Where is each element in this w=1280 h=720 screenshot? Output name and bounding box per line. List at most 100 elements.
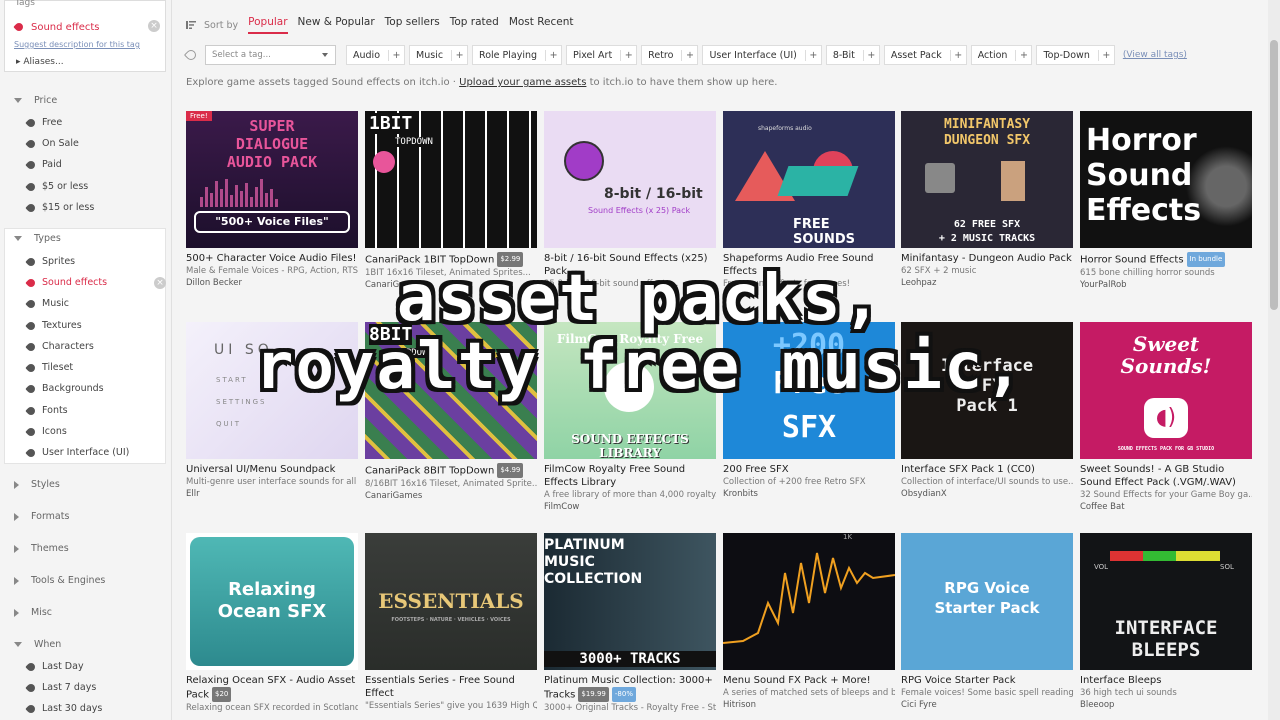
card-description: A series of matched sets of bleeps and b… [723,688,895,698]
tag-pill[interactable]: Music + [409,45,469,65]
card-author[interactable]: Cici Fyre [901,699,1073,712]
card-author[interactable]: Bleeoop [1080,699,1252,712]
card-thumbnail[interactable]: Free! SUPER DIALOGUE AUDIO PACK "500+ Vo… [186,111,358,248]
type-item[interactable]: User Interface (UI) [25,446,129,459]
tag-pill[interactable]: User Interface (UI) + [702,45,822,65]
page-scrollbar[interactable] [1268,0,1280,720]
game-card[interactable]: VOL SOL INTERFACE BLEEPS Interface Bleep… [1080,533,1252,712]
scrollbar-thumb[interactable] [1270,40,1278,310]
price-badge: $19.99 [578,687,609,702]
when-item[interactable]: Last 30 days [25,702,102,715]
select-tag-placeholder: Select a tag... [212,50,271,60]
game-card[interactable]: ESSENTIALS FOOTSTEPS · NATURE · VEHICLES… [365,533,537,712]
card-author[interactable]: Coffee Bat [1080,501,1252,514]
card-author[interactable]: Hitrison [723,699,895,712]
tag-pill[interactable]: Audio + [346,45,406,65]
tag-pill[interactable]: Top-Down + [1036,45,1115,65]
card-title[interactable]: FilmCow Royalty Free Sound Effects Libra… [544,463,716,489]
type-item[interactable]: Icons [25,425,67,438]
tag-icon [25,425,37,438]
view-all-tags-link[interactable]: (View all tags) [1123,50,1187,60]
tag-pill[interactable]: Action + [970,45,1033,65]
explore-text: Explore game assets tagged Sound effects… [186,77,778,88]
card-thumbnail[interactable]: ESSENTIALS FOOTSTEPS · NATURE · VEHICLES… [365,533,537,670]
price-section-head[interactable]: Price [14,95,57,106]
current-tag[interactable]: Sound effects × [13,20,163,34]
card-thumbnail[interactable]: RPG Voice Starter Pack [901,533,1073,670]
add-tag-icon[interactable]: + [949,49,966,61]
card-title[interactable]: Sweet Sounds! - A GB Studio Sound Effect… [1080,463,1252,489]
card-title[interactable]: CanariPack 8BIT TopDown $4.99 [365,463,537,478]
card-thumbnail[interactable]: VOL SOL INTERFACE BLEEPS [1080,533,1252,670]
aliases-toggle[interactable]: ▸ Aliases... [16,57,64,67]
card-author[interactable]: FilmCow [544,501,716,514]
card-thumbnail[interactable]: PLATINUM MUSIC COLLECTION 3000+ TRACKS [544,533,716,670]
tag-pill[interactable]: Asset Pack + [883,45,967,65]
card-author[interactable]: Kronbits [723,488,895,501]
card-title[interactable]: Universal UI/Menu Soundpack [186,463,358,476]
card-title[interactable]: 200 Free SFX [723,463,895,476]
price-item[interactable]: $15 or less [25,201,94,214]
tools-section-head[interactable]: Tools & Engines [14,575,105,586]
add-tag-icon[interactable]: + [804,49,821,61]
themes-section-head[interactable]: Themes [14,543,69,554]
card-title[interactable]: Interface Bleeps [1080,674,1252,687]
tag-pill[interactable]: Retro + [641,45,699,65]
upload-assets-link[interactable]: Upload your game assets [459,77,586,88]
suggest-description-link[interactable]: Suggest description for this tag [14,40,140,49]
sort-bar: Sort by Popular New & Popular Top seller… [186,16,584,34]
card-title[interactable]: RPG Voice Starter Pack [901,674,1073,687]
sort-tab-top-rated[interactable]: Top rated [450,16,499,34]
add-tag-icon[interactable]: + [620,49,636,61]
card-title[interactable]: Relaxing Ocean SFX - Audio Asset Pack $20 [186,674,358,702]
add-tag-icon[interactable]: + [451,49,467,61]
add-tag-icon[interactable]: + [681,49,697,61]
card-author[interactable]: ObsydianX [901,488,1073,501]
price-item[interactable]: Paid [25,158,62,171]
card-thumbnail[interactable]: shapeforms audio FREE SOUNDS [723,111,895,248]
card-title[interactable]: Platinum Music Collection: 3000+ Tracks $… [544,674,716,702]
add-tag-icon[interactable]: + [862,49,879,61]
remove-tag-icon[interactable]: × [148,20,160,32]
card-thumbnail[interactable]: Horror Sound Effects [1080,111,1252,248]
card-description: 3000+ Original Tracks - Royalty Free - S… [544,703,716,713]
price-item[interactable]: Free [25,116,62,129]
tag-pill[interactable]: 8-Bit + [825,45,880,65]
sort-tab-top-sellers[interactable]: Top sellers [385,16,440,34]
sort-tab-most-recent[interactable]: Most Recent [509,16,574,34]
when-item[interactable]: Last 7 days [25,681,96,694]
game-card[interactable]: RPG Voice Starter Pack RPG Voice Starter… [901,533,1073,712]
card-title[interactable]: Essentials Series - Free Sound Effect [365,674,537,700]
type-item[interactable]: Fonts [25,404,68,417]
card-author[interactable]: Ellr [186,488,358,501]
card-description: 36 high tech ui sounds [1080,688,1177,698]
tag-pill[interactable]: Role Playing + [472,45,563,65]
add-tag-icon[interactable]: + [388,49,404,61]
add-tag-icon[interactable]: + [1015,49,1031,61]
formats-section-head[interactable]: Formats [14,511,69,522]
price-item[interactable]: On Sale [25,137,79,150]
card-thumbnail[interactable]: 8-bit / 16-bit Sound Effects (x 25) Pack [544,111,716,248]
card-author[interactable]: CanariGames [365,490,537,503]
card-thumbnail[interactable]: Relaxing Ocean SFX [186,533,358,670]
when-item[interactable]: Last Day [25,660,84,673]
add-tag-icon[interactable]: + [1097,49,1114,61]
sort-tab-popular[interactable]: Popular [248,16,288,34]
card-title[interactable]: Interface SFX Pack 1 (CC0) [901,463,1073,476]
card-thumbnail[interactable]: 1BIT TOPDOWN [365,111,537,248]
card-thumbnail[interactable]: 1K [723,533,895,670]
game-card[interactable]: PLATINUM MUSIC COLLECTION 3000+ TRACKS P… [544,533,716,714]
tag-pill[interactable]: Pixel Art + [566,45,638,65]
sort-tab-new-popular[interactable]: New & Popular [298,16,375,34]
card-thumbnail[interactable]: MINIFANTASY DUNGEON SFX 62 FREE SFX + 2 … [901,111,1073,248]
add-tag-icon[interactable]: + [545,49,561,61]
select-tag-dropdown[interactable]: Select a tag... [205,45,336,65]
game-card[interactable]: 1K Menu Sound FX Pack + More! A series o… [723,533,895,712]
styles-section-head[interactable]: Styles [14,479,60,490]
game-card[interactable]: Relaxing Ocean SFX Relaxing Ocean SFX - … [186,533,358,714]
when-section-head[interactable]: When [14,639,61,650]
price-item[interactable]: $5 or less [25,180,88,193]
types-section-head[interactable]: Types [14,233,61,244]
card-title[interactable]: Menu Sound FX Pack + More! [723,674,895,687]
misc-section-head[interactable]: Misc [14,607,52,618]
